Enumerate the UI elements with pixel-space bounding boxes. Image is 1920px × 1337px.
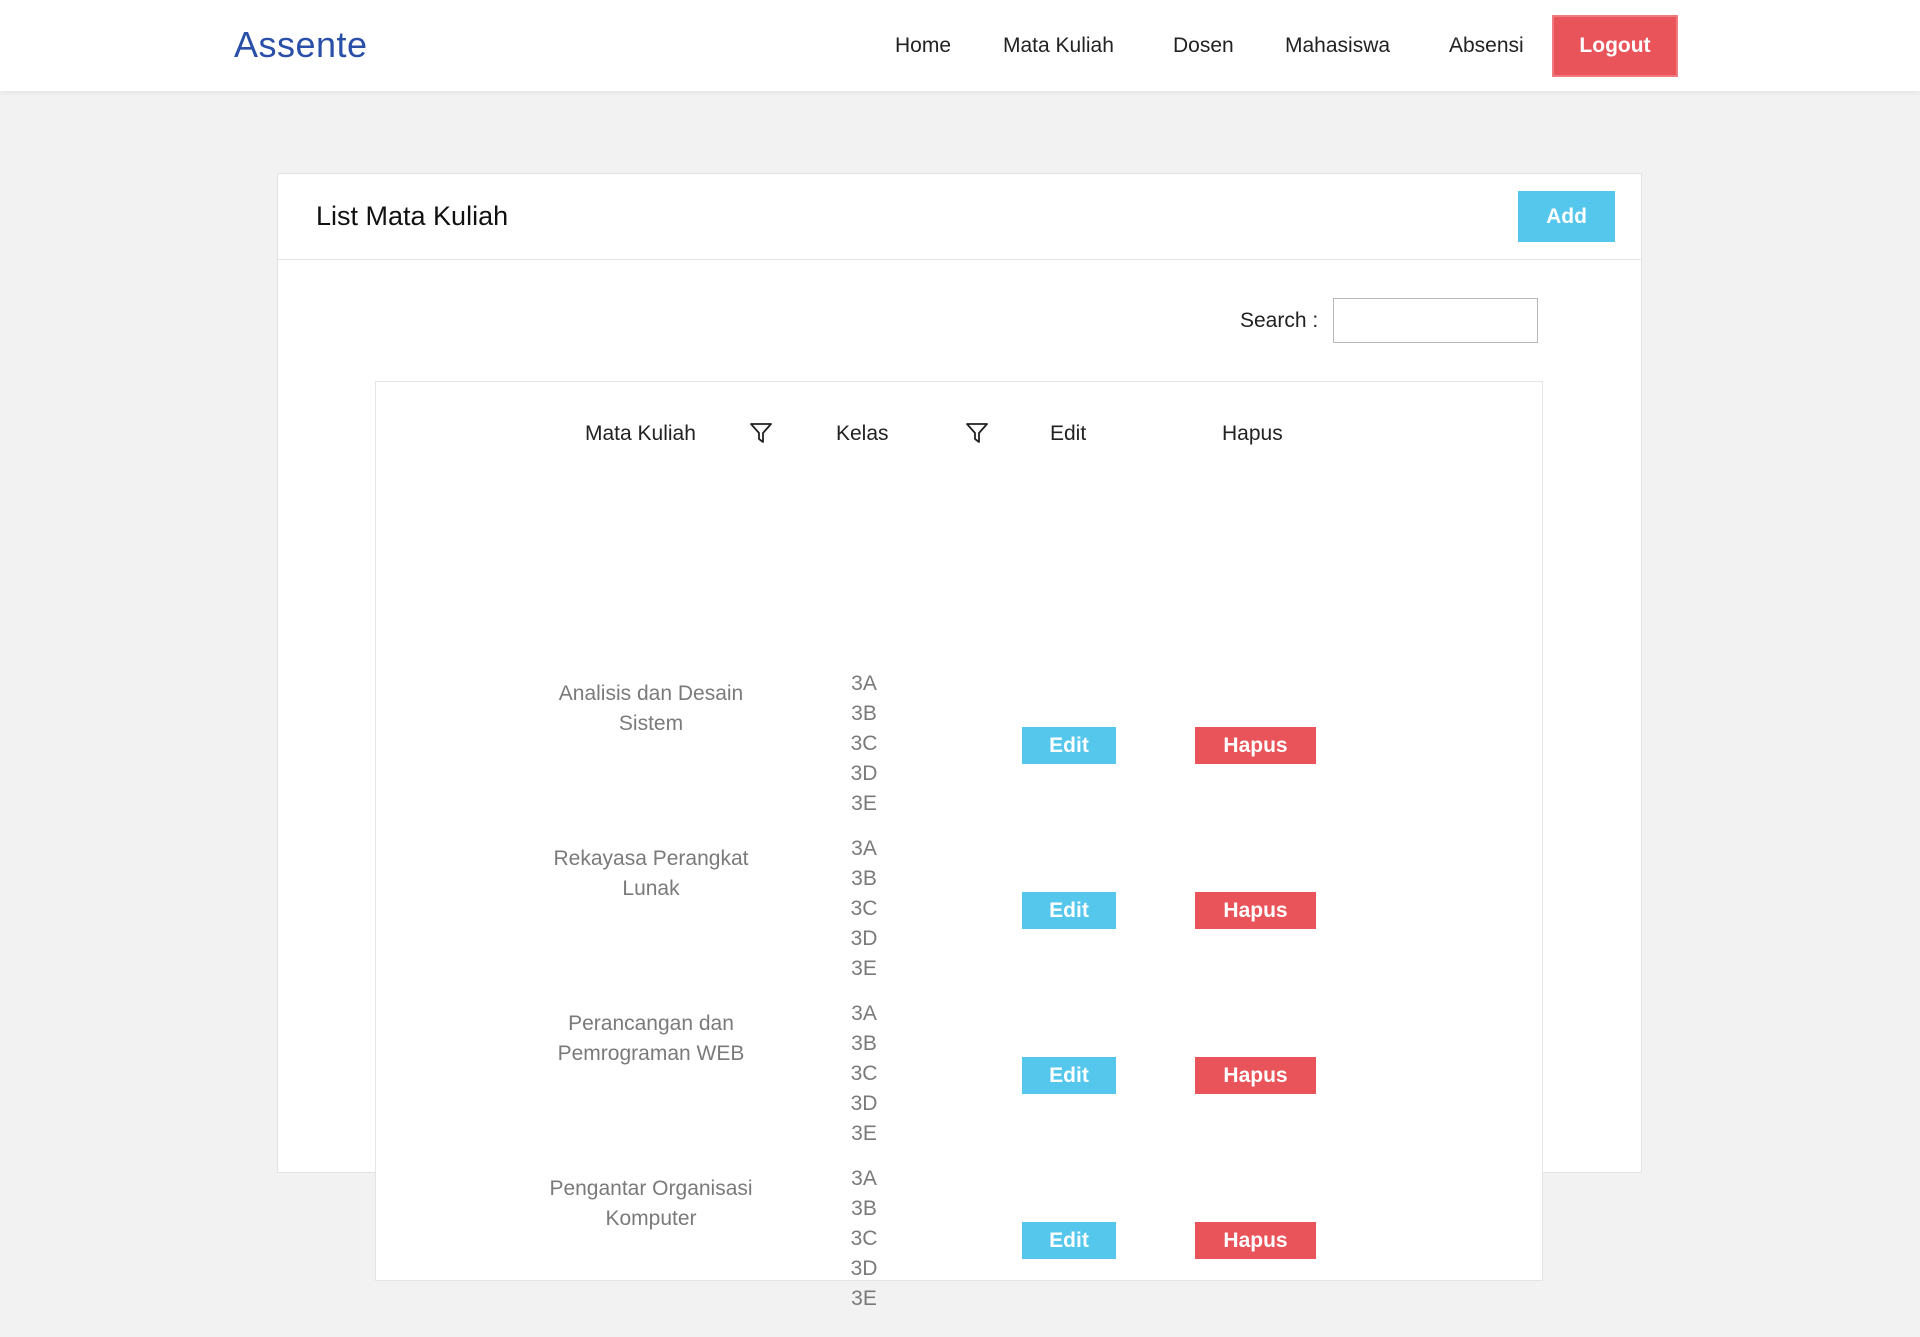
edit-button[interactable]: Edit (1022, 1057, 1116, 1094)
kelas-item: 3B (851, 702, 877, 725)
course-name-line: Sistem (618, 712, 684, 735)
course-name: Perancangan dan Pemrograman WEB (531, 1009, 771, 1069)
course-name-line: Rekayasa Perangkat (553, 847, 749, 870)
delete-button[interactable]: Hapus (1195, 892, 1316, 929)
kelas-item: 3D (850, 1092, 878, 1115)
page-title: List Mata Kuliah (316, 201, 509, 231)
course-table: Mata Kuliah Kelas Edit Hapus Analisis da… (375, 381, 1543, 1310)
kelas-item: 3D (850, 762, 878, 785)
edit-button[interactable]: Edit (1022, 892, 1116, 929)
card-header: List Mata Kuliah Add (278, 174, 1641, 260)
kelas-item: 3C (850, 732, 878, 755)
kelas-item: 3B (851, 1197, 877, 1220)
kelas-item: 3D (850, 1257, 878, 1280)
search-label: Search : (1240, 309, 1319, 332)
kelas-item: 3D (850, 927, 878, 950)
kelas-item: 3E (851, 957, 877, 980)
course-name-line: Pemrograman WEB (557, 1042, 745, 1065)
search-input[interactable] (1333, 298, 1538, 343)
kelas-item: 3A (851, 672, 877, 695)
delete-button[interactable]: Hapus (1195, 727, 1316, 764)
nav-item-mata-kuliah[interactable]: Mata Kuliah (1003, 34, 1114, 58)
course-name-line: Perancangan dan (568, 1012, 734, 1035)
column-header-mata-kuliah: Mata Kuliah (585, 422, 696, 445)
nav-item-home[interactable]: Home (895, 34, 951, 58)
course-name-line: Analisis dan Desain (558, 682, 744, 705)
table-row: Analisis dan Desain Sistem 3A 3B 3C 3D 3… (376, 672, 1542, 842)
course-name: Analisis dan Desain Sistem (531, 679, 771, 739)
table-row: Rekayasa Perangkat Lunak 3A 3B 3C 3D 3E … (376, 837, 1542, 1007)
course-name-line: Lunak (622, 877, 680, 900)
kelas-item: 3A (851, 1002, 877, 1025)
filter-icon[interactable] (749, 422, 773, 444)
table-row: Perancangan dan Pemrograman WEB 3A 3B 3C… (376, 1002, 1542, 1172)
course-name: Rekayasa Perangkat Lunak (531, 844, 771, 904)
kelas-item: 3E (851, 1122, 877, 1145)
kelas-item: 3C (850, 1062, 878, 1085)
course-list-card: List Mata Kuliah Add Search : Mata Kulia… (277, 173, 1642, 1310)
nav-item-absensi[interactable]: Absensi (1449, 34, 1524, 58)
kelas-item: 3A (851, 837, 877, 860)
table-row: Pengantar Organisasi Komputer 3A 3B 3C 3… (376, 1167, 1542, 1337)
logout-button[interactable]: Logout (1552, 15, 1678, 77)
course-name: Pengantar Organisasi Komputer (531, 1174, 771, 1234)
nav-item-dosen[interactable]: Dosen (1173, 34, 1234, 58)
kelas-item: 3C (850, 1227, 878, 1250)
kelas-item: 3C (850, 897, 878, 920)
kelas-list: 3A 3B 3C 3D 3E (834, 669, 894, 819)
kelas-item: 3A (851, 1167, 877, 1190)
column-header-hapus: Hapus (1222, 422, 1283, 445)
kelas-list: 3A 3B 3C 3D 3E (834, 999, 894, 1149)
kelas-item: 3E (851, 1287, 877, 1310)
filter-icon[interactable] (965, 422, 989, 444)
column-header-kelas: Kelas (836, 422, 889, 445)
delete-button[interactable]: Hapus (1195, 1222, 1316, 1259)
column-header-edit: Edit (1050, 422, 1087, 445)
edit-button[interactable]: Edit (1022, 1222, 1116, 1259)
nav-item-mahasiswa[interactable]: Mahasiswa (1285, 34, 1390, 58)
kelas-list: 3A 3B 3C 3D 3E (834, 1164, 894, 1314)
kelas-item: 3B (851, 1032, 877, 1055)
add-button[interactable]: Add (1518, 191, 1615, 242)
navbar: Assente Home Mata Kuliah Dosen Mahasiswa… (0, 0, 1920, 91)
course-name-line: Pengantar Organisasi (549, 1177, 753, 1200)
brand-logo[interactable]: Assente (234, 24, 368, 66)
kelas-list: 3A 3B 3C 3D 3E (834, 834, 894, 984)
delete-button[interactable]: Hapus (1195, 1057, 1316, 1094)
kelas-item: 3E (851, 792, 877, 815)
course-name-line: Komputer (605, 1207, 697, 1230)
kelas-item: 3B (851, 867, 877, 890)
edit-button[interactable]: Edit (1022, 727, 1116, 764)
